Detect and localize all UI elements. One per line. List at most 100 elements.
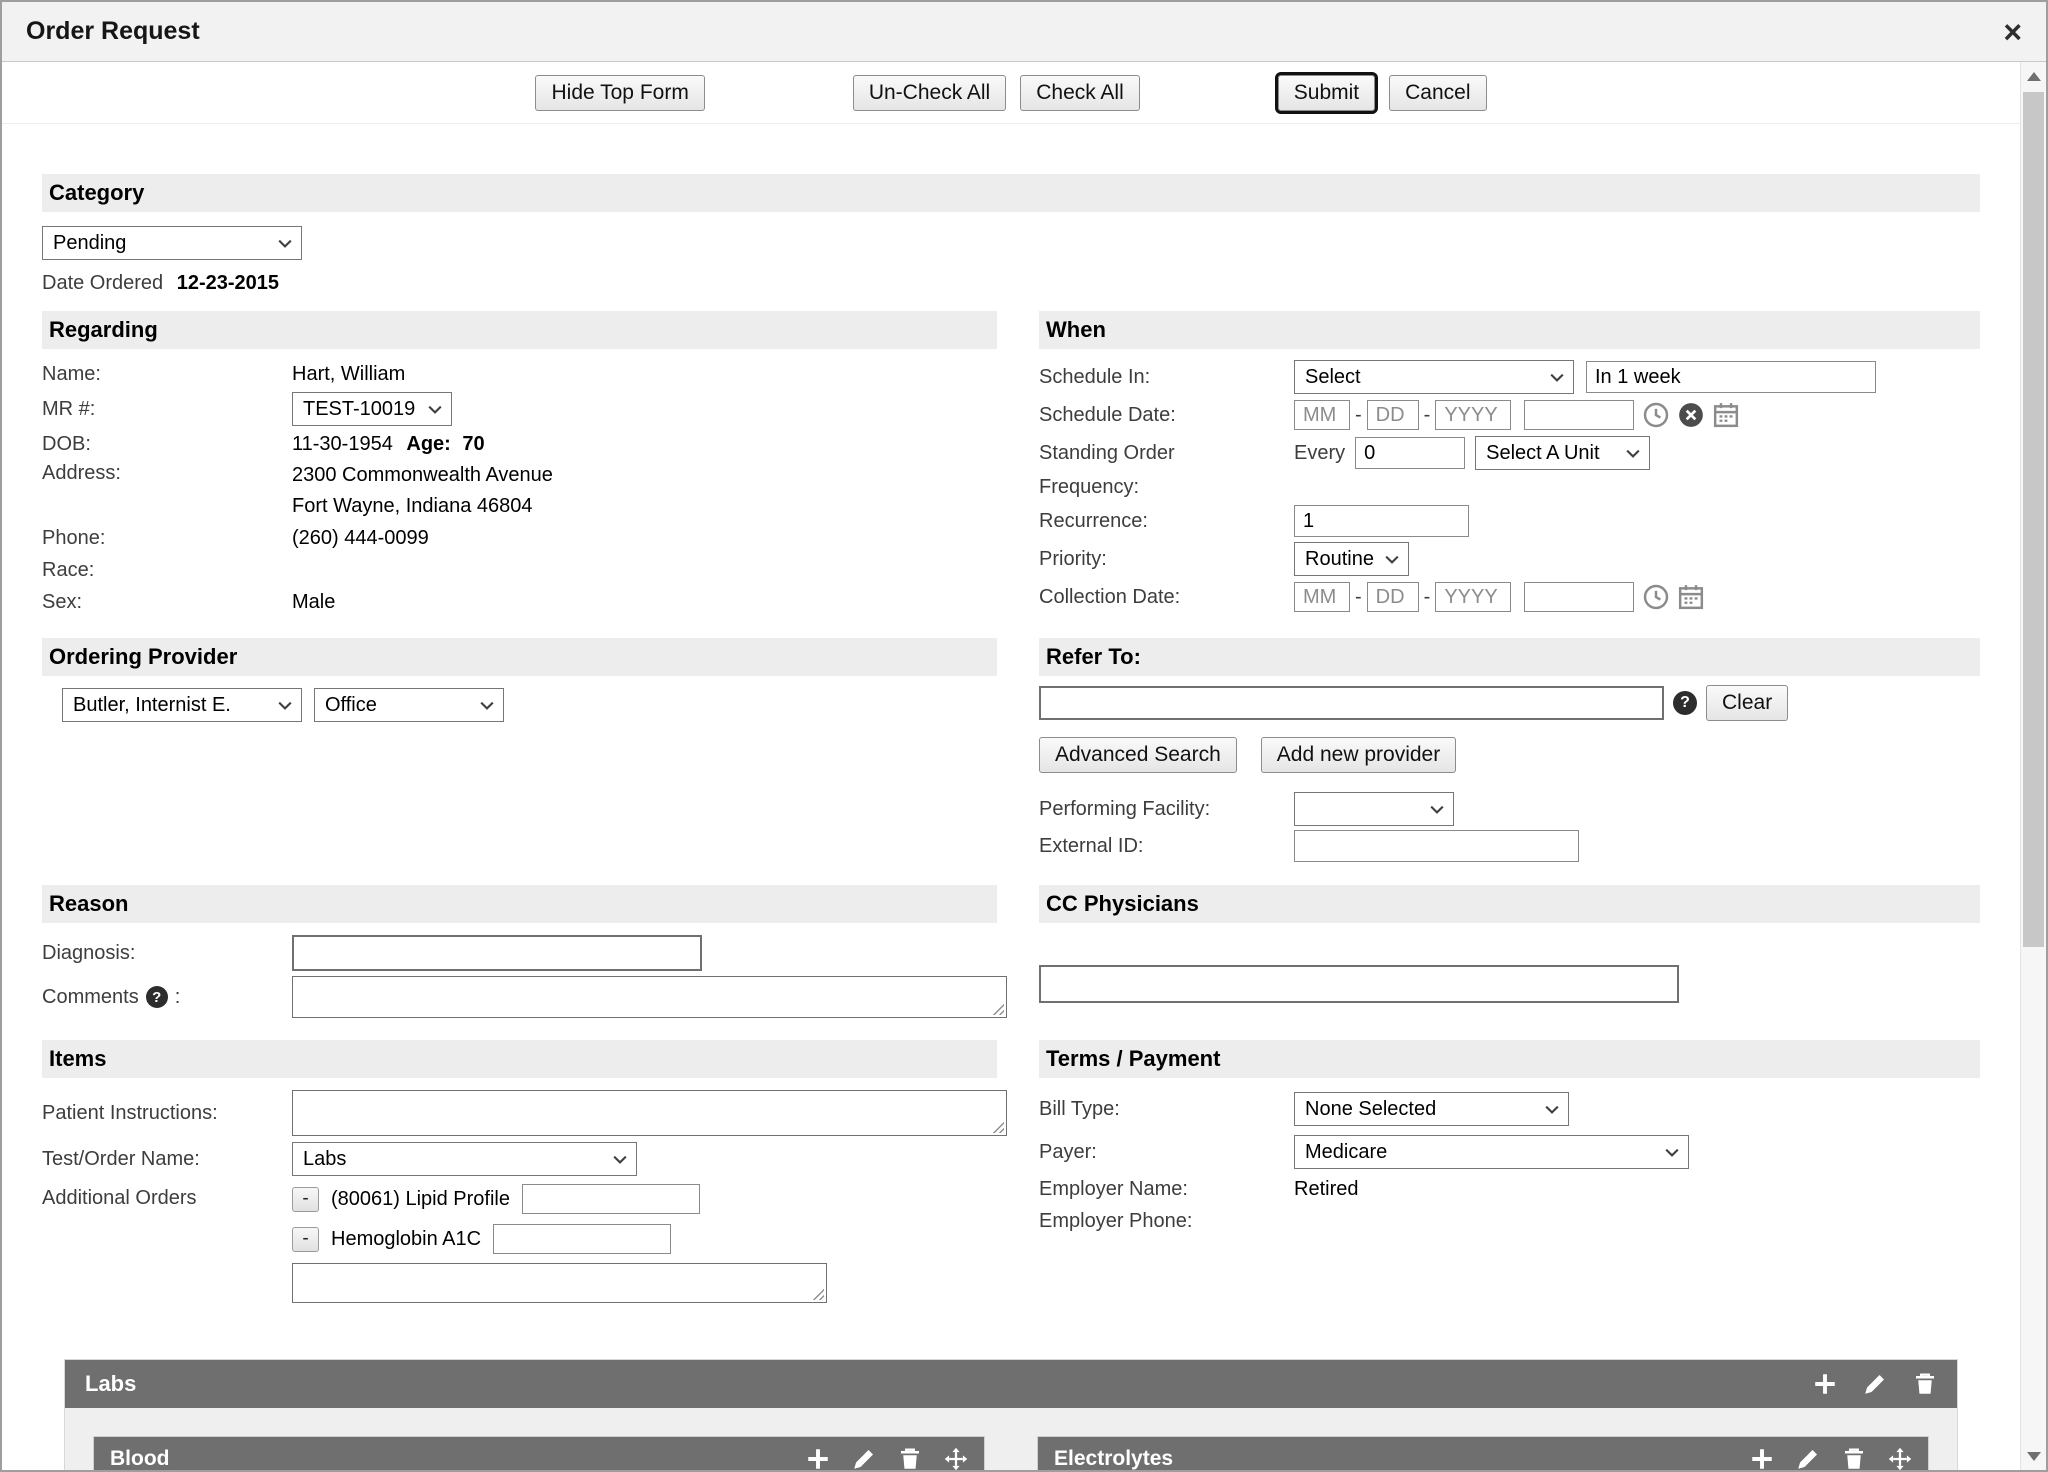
- collection-date-time-input[interactable]: [1524, 582, 1634, 612]
- every-input[interactable]: [1355, 437, 1465, 469]
- scroll-down-button[interactable]: [2021, 1442, 2046, 1470]
- scrollbar-thumb[interactable]: [2023, 92, 2044, 947]
- performing-facility-select[interactable]: [1294, 792, 1454, 826]
- patient-instructions-textarea[interactable]: [292, 1090, 1007, 1136]
- provider-location-select[interactable]: Office: [314, 688, 504, 722]
- schedule-date-day-input[interactable]: [1367, 400, 1419, 430]
- check-all-button[interactable]: Check All: [1020, 75, 1140, 111]
- schedule-date-row: Schedule Date: - -: [1039, 396, 1980, 434]
- add-icon[interactable]: [1750, 1447, 1774, 1470]
- add-new-provider-button[interactable]: Add new provider: [1261, 737, 1456, 773]
- address-row: Address: 2300 Commonwealth Avenue Fort W…: [42, 460, 997, 522]
- refer-to-search-input[interactable]: [1039, 686, 1664, 720]
- clear-date-icon[interactable]: [1678, 402, 1704, 428]
- schedule-in-select[interactable]: Select: [1294, 360, 1574, 394]
- patient-instructions-label: Patient Instructions:: [42, 1102, 292, 1125]
- chevron-down-icon: [1665, 1148, 1679, 1157]
- recurrence-row: Recurrence:: [1039, 502, 1980, 540]
- category-select[interactable]: Pending: [42, 226, 302, 260]
- order-detail-input[interactable]: [493, 1224, 671, 1254]
- scroll-up-button[interactable]: [2021, 62, 2046, 90]
- delete-icon[interactable]: [898, 1447, 922, 1470]
- schedule-in-label: Schedule In:: [1039, 366, 1294, 389]
- labs-panel-header: Labs: [65, 1360, 1957, 1408]
- when-section-header: When: [1039, 311, 1980, 349]
- ordering-provider-select[interactable]: Butler, Internist E.: [62, 688, 302, 722]
- order-name: Hemoglobin A1C: [331, 1228, 481, 1251]
- chevron-down-icon: [1545, 1105, 1559, 1114]
- phone-value: (260) 444-0099: [292, 527, 997, 550]
- comments-textarea[interactable]: [292, 976, 1007, 1018]
- priority-row: Priority: Routine: [1039, 540, 1980, 578]
- order-detail-input[interactable]: [522, 1184, 700, 1214]
- priority-select[interactable]: Routine: [1294, 542, 1409, 576]
- close-icon[interactable]: ×: [2003, 16, 2022, 48]
- help-icon[interactable]: ?: [1673, 691, 1697, 715]
- clock-icon[interactable]: [1643, 402, 1669, 428]
- external-id-input[interactable]: [1294, 830, 1579, 862]
- cc-physicians-input[interactable]: [1039, 965, 1679, 1003]
- test-order-select[interactable]: Labs: [292, 1142, 637, 1176]
- remove-order-button[interactable]: -: [292, 1227, 319, 1252]
- clock-icon[interactable]: [1643, 584, 1669, 610]
- sex-label: Sex:: [42, 591, 292, 614]
- chevron-down-icon: [1430, 805, 1444, 814]
- edit-icon[interactable]: [1863, 1372, 1887, 1396]
- terms-payment-section: Terms / Payment Bill Type: None Selected: [1039, 1040, 1980, 1309]
- payer-select[interactable]: Medicare: [1294, 1135, 1689, 1169]
- performing-facility-row: Performing Facility:: [1039, 791, 1980, 827]
- uncheck-all-button[interactable]: Un-Check All: [853, 75, 1006, 111]
- submit-button[interactable]: Submit: [1278, 75, 1375, 111]
- external-id-row: External ID:: [1039, 827, 1980, 865]
- remove-order-button[interactable]: -: [292, 1187, 319, 1212]
- employer-phone-label: Employer Phone:: [1039, 1210, 1294, 1233]
- move-icon[interactable]: [944, 1447, 968, 1470]
- add-icon[interactable]: [1813, 1372, 1837, 1396]
- dialog-title: Order Request: [26, 17, 200, 46]
- payer-label: Payer:: [1039, 1141, 1294, 1164]
- bill-type-select-value: None Selected: [1305, 1098, 1436, 1121]
- chevron-down-icon: [1550, 373, 1564, 382]
- cancel-button[interactable]: Cancel: [1389, 75, 1486, 111]
- schedule-in-text-input[interactable]: [1586, 361, 1876, 393]
- diagnosis-input[interactable]: [292, 935, 702, 971]
- items-section-header: Items: [42, 1040, 997, 1078]
- comments-label: Comments: [42, 986, 139, 1009]
- race-row: Race:: [42, 554, 997, 586]
- calendar-icon[interactable]: [1678, 584, 1704, 610]
- help-icon[interactable]: ?: [146, 986, 168, 1008]
- add-icon[interactable]: [806, 1447, 830, 1470]
- mr-row: MR #: TEST-10019: [42, 390, 997, 428]
- delete-icon[interactable]: [1913, 1372, 1937, 1396]
- hide-top-form-button[interactable]: Hide Top Form: [535, 75, 704, 111]
- advanced-search-button[interactable]: Advanced Search: [1039, 737, 1237, 773]
- age-label: Age:: [406, 433, 450, 455]
- bill-type-select[interactable]: None Selected: [1294, 1092, 1569, 1126]
- address-label: Address:: [42, 460, 292, 485]
- lab-group-title: Blood: [110, 1447, 169, 1470]
- unit-select[interactable]: Select A Unit: [1475, 436, 1650, 470]
- schedule-in-select-value: Select: [1305, 366, 1361, 389]
- recurrence-input[interactable]: [1294, 505, 1469, 537]
- clear-button[interactable]: Clear: [1706, 685, 1788, 721]
- vertical-scrollbar[interactable]: [2020, 62, 2046, 1470]
- delete-icon[interactable]: [1842, 1447, 1866, 1470]
- schedule-date-year-input[interactable]: [1435, 400, 1511, 430]
- edit-icon[interactable]: [1796, 1447, 1820, 1470]
- schedule-date-time-input[interactable]: [1524, 400, 1634, 430]
- collection-date-month-input[interactable]: [1294, 582, 1350, 612]
- order-request-dialog: Order Request × Hide Top Form Un-Check A…: [0, 0, 2048, 1472]
- schedule-date-month-input[interactable]: [1294, 400, 1350, 430]
- calendar-icon[interactable]: [1713, 402, 1739, 428]
- mr-select[interactable]: TEST-10019: [292, 392, 452, 426]
- move-icon[interactable]: [1888, 1447, 1912, 1470]
- unit-select-value: Select A Unit: [1486, 442, 1599, 465]
- collection-date-year-input[interactable]: [1435, 582, 1511, 612]
- additional-orders-textarea[interactable]: [292, 1263, 827, 1303]
- address-line2: Fort Wayne, Indiana 46804: [292, 495, 533, 517]
- ordering-provider-select-value: Butler, Internist E.: [73, 694, 231, 717]
- schedule-date-label: Schedule Date:: [1039, 404, 1294, 427]
- edit-icon[interactable]: [852, 1447, 876, 1470]
- collection-date-day-input[interactable]: [1367, 582, 1419, 612]
- additional-order-item: - Hemoglobin A1C: [292, 1219, 997, 1259]
